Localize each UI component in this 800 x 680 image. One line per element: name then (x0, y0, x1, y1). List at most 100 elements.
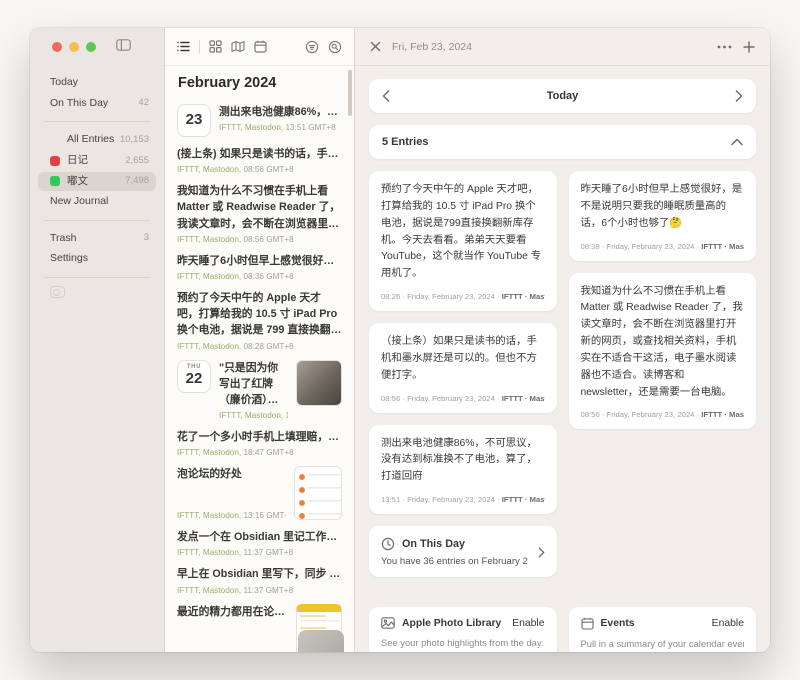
entry-tags: IFTTT, Mastodon, (177, 548, 241, 557)
sidebar-item-today[interactable]: Today (38, 73, 156, 93)
new-journal-button[interactable]: New Journal (38, 192, 156, 212)
entry-title: 最近的精力都用在论坛升级… (177, 604, 288, 620)
entry-list-item[interactable]: 花了一个多小时手机上填理赔，一月到现… IFTTT, Mastodon, 18:… (177, 429, 342, 457)
entry-meta: IFTTT, Mastodon, 08:56 GMT+8 (177, 165, 342, 174)
entry-card[interactable]: 测出来电池健康86%，不可思议，没有达到标准换不了电池，算了，打道回府 13:5… (369, 425, 557, 515)
entry-title: 我知道为什么不习惯在手机上看 Matter 或 Readwise Reader … (177, 183, 342, 232)
chevron-right-icon[interactable] (735, 90, 743, 102)
entry-card[interactable]: （接上条）如果只是读书的话，手机和墨水屏还是可以的。但也不方便打字。 08:56… (369, 323, 557, 413)
divider (44, 121, 150, 122)
entry-tags: IFTTT, Mastodon, (177, 272, 241, 281)
calendar-view-icon[interactable] (254, 40, 267, 53)
entries-count-label: 5 Entries (382, 136, 731, 148)
entry-list-item[interactable]: THU 22 "只是因为你写出了红牌（廉价酒），不代表你写不出蓝牌"… IFTT… (177, 360, 342, 421)
entry-list-item[interactable]: 昨天睡了6小时但早上感觉很好，是不是… IFTTT, Mastodon, 08:… (177, 253, 342, 281)
entry-meta: IFTTT, Mastodon, 08:56 GMT+8 (177, 235, 342, 244)
minimize-window-button[interactable] (69, 42, 79, 52)
grid-view-icon[interactable] (209, 40, 222, 53)
entry-card-timestamp: 13:51 · Friday, February 23, 2024 · (381, 495, 500, 504)
sidebar-item-trash[interactable]: Trash 3 (38, 229, 156, 249)
entry-title: 昨天睡了6小时但早上感觉很好，是不是… (177, 253, 342, 269)
entry-tags: IFTTT, Mastodon, (177, 448, 241, 457)
entries-section-header[interactable]: 5 Entries (369, 125, 756, 159)
entry-time: 19:41… (285, 411, 288, 420)
entry-card-meta: 13:51 · Friday, February 23, 2024 · IFTT… (381, 495, 545, 504)
sidebar-item-all-entries[interactable]: All Entries 10,153 (38, 130, 156, 150)
faded-sync-icon (50, 286, 65, 298)
entry-list-item[interactable]: 23 测出来电池健康86%，不可思… IFTTT, Mastodon, 13:5… (177, 104, 342, 137)
on-this-day-title: On This Day (402, 538, 465, 550)
close-window-button[interactable] (52, 42, 62, 52)
entry-meta: IFTTT, Mastodon, 11:37 GMT+8 (177, 586, 342, 595)
sidebar-item-label: Today (50, 76, 78, 90)
item-count: 3 (144, 232, 149, 244)
entry-time: 11:37 GMT+8 (243, 586, 293, 595)
cards-column-right: 昨天睡了6小时但早上感觉很好，是不是说明只要我的睡眠质量高的话，6个小时也够了🤔… (569, 171, 757, 429)
on-this-day-subtitle: You have 36 entries on February 23 (381, 556, 528, 567)
entry-tags: IFTTT, Mastodon, (177, 235, 241, 244)
entry-card-text: 昨天睡了6小时但早上感觉很好，是不是说明只要我的睡眠质量高的话，6个小时也够了🤔 (581, 182, 745, 233)
entry-list-item[interactable]: 预约了今天中午的 Apple 天才吧，打算给我的 10.5 寸 iPad Pro… (177, 290, 342, 351)
sidebar-item-on-this-day[interactable]: On This Day 42 (38, 94, 156, 114)
on-this-day-card[interactable]: On This Day You have 36 entries on Febru… (369, 526, 557, 577)
entry-card-meta: 08:56 · Friday, February 23, 2024 · IFTT… (581, 410, 745, 419)
entry-thumbnail-cropped (298, 630, 344, 652)
entry-meta: IFTTT, Mastodon, 13:16 GMT+8 (177, 511, 286, 520)
add-entry-icon[interactable] (743, 41, 755, 53)
chevron-left-icon[interactable] (382, 90, 390, 102)
events-widget: Events Enable Pull in a summary of your … (569, 607, 757, 652)
traffic-lights (52, 42, 96, 52)
sidebar-toggle-icon[interactable] (116, 38, 131, 56)
entry-list-item[interactable]: (接上条) 如果只是读书的话，手机和墨水… IFTTT, Mastodon, 0… (177, 146, 342, 174)
sidebar: Today On This Day 42 All Entries 10,153 … (30, 28, 165, 652)
entry-time: 08:28 GMT+8 (243, 342, 293, 351)
entry-list-item[interactable]: 我知道为什么不习惯在手机上看 Matter 或 Readwise Reader … (177, 183, 342, 244)
entry-card-meta: 08:26 · Friday, February 23, 2024 · IFTT… (381, 292, 545, 301)
sidebar-item-label: 日记 (67, 154, 88, 168)
entry-list-item[interactable]: 泡论坛的好处 IFTTT, Mastodon, 13:16 GMT+8 (177, 466, 342, 520)
day-detail-panel: Fri, Feb 23, 2024 Today (355, 28, 770, 652)
zoom-window-button[interactable] (86, 42, 96, 52)
sidebar-item-journal-toots[interactable]: 嘟文 7,498 (38, 172, 156, 192)
filter-icon[interactable] (305, 40, 319, 54)
entry-card-sources: IFTTT · Mastodon (701, 410, 744, 419)
entry-list-item[interactable]: 发点一个在 Obsidian 里记工作笔记的好… IFTTT, Mastodon… (177, 529, 342, 557)
divider (44, 277, 150, 278)
entry-card[interactable]: 昨天睡了6小时但早上感觉很好，是不是说明只要我的睡眠质量高的话，6个小时也够了🤔… (569, 171, 757, 261)
entry-card[interactable]: 我知道为什么不习惯在手机上看 Matter 或 Readwise Reader … (569, 273, 757, 430)
entry-card-sources: IFTTT · Mastodon (701, 242, 744, 251)
sidebar-item-label: New Journal (50, 195, 108, 209)
on-this-day-icon (381, 537, 395, 551)
sidebar-item-journal-diary[interactable]: 日记 2,655 (38, 151, 156, 171)
entry-title: 测出来电池健康86%，不可思… (219, 104, 342, 120)
list-view-icon[interactable] (177, 40, 190, 53)
journal-color-dot (50, 176, 60, 186)
entry-card[interactable]: 预约了今天中午的 Apple 天才吧，打算给我的 10.5 寸 iPad Pro… (369, 171, 557, 311)
detail-header: Fri, Feb 23, 2024 (355, 28, 770, 66)
entry-card-sources: IFTTT · Mastodon (502, 495, 545, 504)
entry-card-meta: 08:56 · Friday, February 23, 2024 · IFTT… (381, 394, 545, 403)
chevron-up-icon[interactable] (731, 138, 743, 146)
entry-list-item[interactable]: 早上在 Obsidian 里写下，同步 Kindle 高… IFTTT, Mas… (177, 566, 342, 594)
scrollbar-thumb[interactable] (348, 70, 352, 116)
enable-button[interactable]: Enable (512, 618, 544, 629)
entry-tags: IFTTT, Mastodon, (177, 342, 241, 351)
app-window: Today On This Day 42 All Entries 10,153 … (30, 28, 770, 652)
entry-time: 13:51 GMT+8 (285, 123, 335, 132)
search-icon[interactable] (328, 40, 342, 54)
entry-title: 发点一个在 Obsidian 里记工作笔记的好… (177, 529, 342, 545)
close-icon[interactable] (370, 41, 381, 52)
sidebar-item-label: All Entries (67, 133, 114, 147)
entry-title: 早上在 Obsidian 里写下，同步 Kindle 高… (177, 566, 342, 582)
journal-color-dot (50, 135, 60, 145)
entry-time: 11:37 GMT+8 (243, 548, 293, 557)
entry-title: 泡论坛的好处 (177, 466, 286, 482)
enable-button[interactable]: Enable (712, 618, 744, 629)
timeline-toolbar (165, 28, 354, 66)
entry-meta: IFTTT, Mastodon, 08:36 GMT+8 (177, 272, 342, 281)
entry-meta: IFTTT, Mastodon, 11:37 GMT+8 (177, 548, 342, 557)
map-view-icon[interactable] (231, 40, 245, 53)
sidebar-item-label: On This Day (50, 97, 108, 111)
more-icon[interactable] (717, 45, 732, 49)
sidebar-item-settings[interactable]: Settings (38, 249, 156, 269)
